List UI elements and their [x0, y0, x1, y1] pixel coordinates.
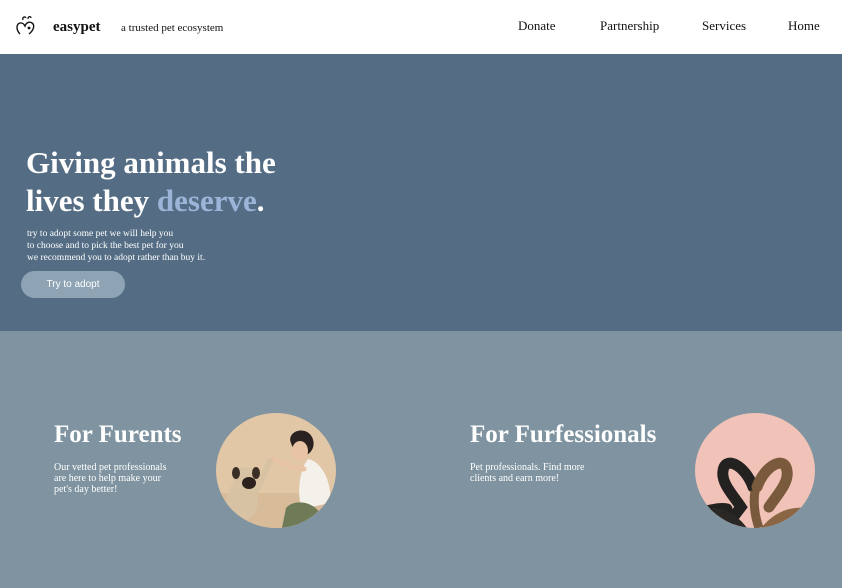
hero-description-line: we recommend you to adopt rather than bu…: [27, 253, 206, 263]
feature-description: Our vetted pet professionals are here to…: [54, 462, 166, 495]
hero-title-line1: Giving animals the: [26, 145, 276, 180]
nav-home[interactable]: Home: [788, 18, 820, 34]
try-to-adopt-button[interactable]: Try to adopt: [21, 271, 125, 298]
hero-title-line2: lives they: [26, 183, 157, 218]
feature-description-line: Our vetted pet professionals: [54, 462, 167, 473]
hero-title: Giving animals the lives they deserve.: [26, 144, 276, 220]
feature-description-line: pet's day better!: [54, 484, 118, 495]
cat-tails-heart-photo: [695, 413, 815, 528]
hero-title-accent: deserve: [156, 183, 257, 218]
hero-title-suffix: .: [256, 183, 265, 218]
hero-description-line: to choose and to pick the best pet for y…: [27, 241, 184, 251]
woman-high-five-pug-photo: [216, 413, 336, 528]
nav-services[interactable]: Services: [702, 18, 746, 34]
page: easypet a trusted pet ecosystem Donate P…: [0, 0, 842, 588]
feature-description-line: clients and earn more!: [470, 473, 560, 484]
brand-name[interactable]: easypet: [53, 19, 101, 36]
hero-section: Giving animals the lives they deserve. t…: [0, 54, 842, 331]
hero-description: try to adopt some pet we will help you t…: [27, 228, 205, 264]
feature-description-line: Pet professionals. Find more: [470, 462, 585, 473]
feature-title: For Furents: [54, 421, 182, 448]
hero-description-line: try to adopt some pet we will help you: [27, 229, 174, 239]
feature-description-line: are here to help make your: [54, 473, 161, 484]
paw-heart-icon[interactable]: [14, 14, 38, 38]
nav-partnership[interactable]: Partnership: [600, 18, 659, 34]
nav-donate[interactable]: Donate: [518, 18, 556, 34]
brand-tagline: a trusted pet ecosystem: [121, 22, 224, 34]
features-section: For Furents Our vetted pet professionals…: [0, 331, 842, 588]
top-nav-bar: easypet a trusted pet ecosystem Donate P…: [0, 0, 842, 54]
feature-description: Pet professionals. Find more clients and…: [470, 462, 584, 484]
feature-title: For Furfessionals: [470, 421, 657, 448]
